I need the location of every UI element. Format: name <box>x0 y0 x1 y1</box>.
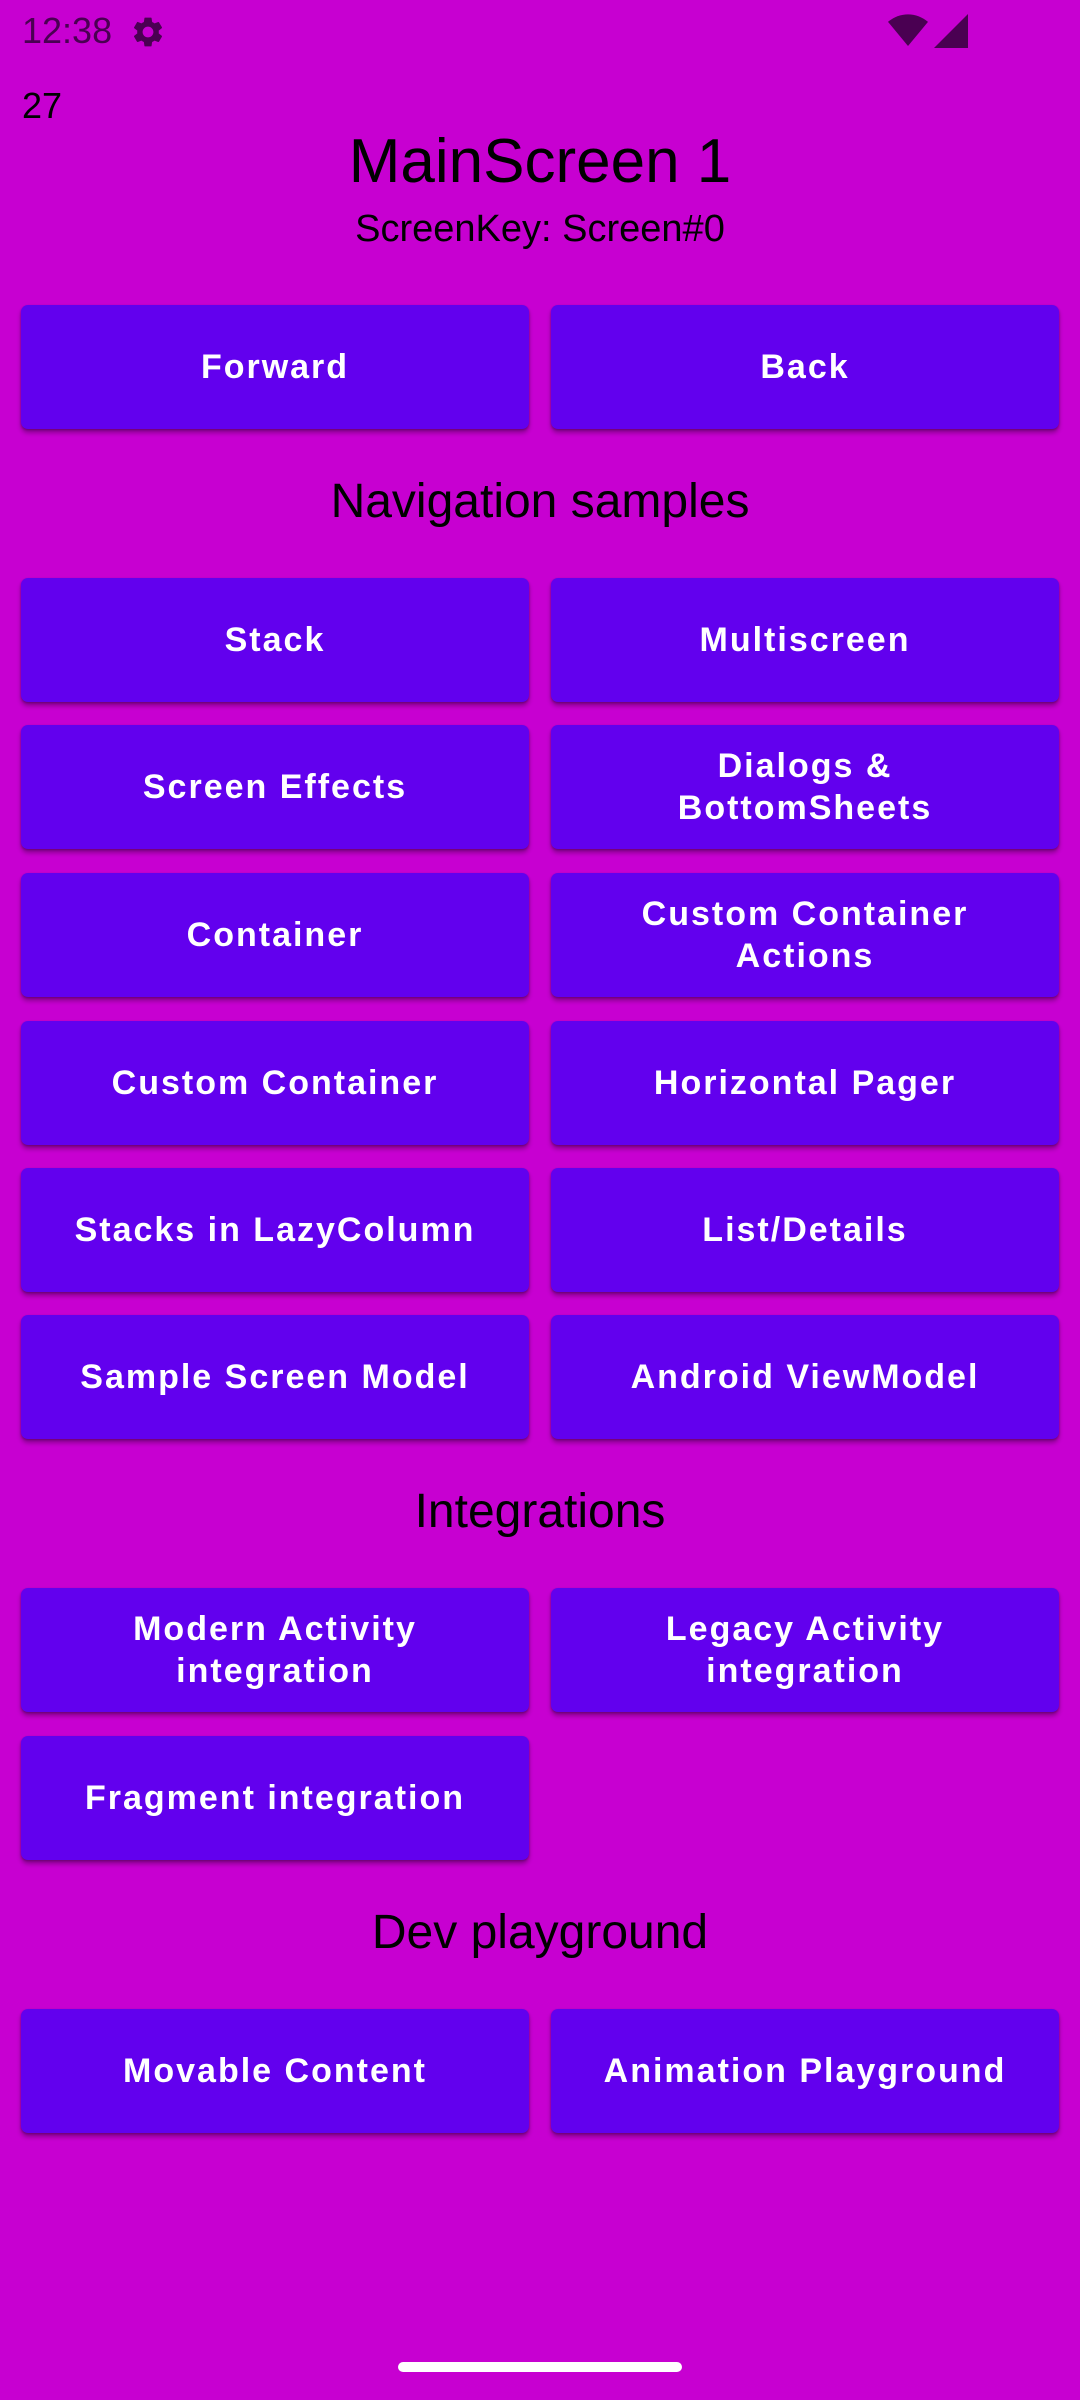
custom-container-actions-button[interactable]: Custom Container Actions <box>551 873 1059 997</box>
list-details-button[interactable]: List/Details <box>551 1168 1059 1292</box>
container-button-label: Container <box>186 916 364 954</box>
counter-text: 27 <box>22 85 63 126</box>
back-button[interactable]: Back <box>551 305 1059 429</box>
android-viewmodel-button[interactable]: Android ViewModel <box>551 1315 1059 1439</box>
android-viewmodel-button-label: Android ViewModel <box>630 1358 980 1396</box>
back-button-label: Back <box>760 348 850 386</box>
fragment-integration-button-label: Fragment integration <box>84 1779 466 1817</box>
forward-button[interactable]: Forward <box>21 305 529 429</box>
custom-container-actions-button-label: Custom Container Actions <box>641 895 969 975</box>
movable-content-button-label: Movable Content <box>123 2052 427 2090</box>
modern-activity-integration-button-label: Modern Activity integration <box>133 1610 417 1690</box>
stack-button-label: Stack <box>224 621 326 659</box>
container-button[interactable]: Container <box>21 873 529 997</box>
status-time: 12:38 <box>22 10 113 51</box>
dialogs-bottomsheets-button-label: Dialogs & BottomSheets <box>677 747 933 827</box>
stacks-in-lazycolumn-button-label: Stacks in LazyColumn <box>74 1211 476 1249</box>
wifi-icon <box>888 14 928 47</box>
multiscreen-button-label: Multiscreen <box>699 621 911 659</box>
list-details-button-label: List/Details <box>702 1211 908 1249</box>
stacks-in-lazycolumn-button[interactable]: Stacks in LazyColumn <box>21 1168 529 1292</box>
section-heading-integrations: Integrations <box>414 1485 666 1538</box>
section-heading-dev-playground: Dev playground <box>371 1906 709 1959</box>
dialogs-bottomsheets-button[interactable]: Dialogs & BottomSheets <box>551 725 1059 849</box>
legacy-activity-integration-button[interactable]: Legacy Activity integration <box>551 1588 1059 1712</box>
status-bar: 12:38 <box>0 0 1080 62</box>
settings-icon <box>133 17 163 47</box>
custom-container-button[interactable]: Custom Container <box>21 1021 529 1145</box>
animation-playground-button[interactable]: Animation Playground <box>551 2009 1059 2133</box>
sample-screen-model-button-label: Sample Screen Model <box>80 1358 470 1396</box>
horizontal-pager-button[interactable]: Horizontal Pager <box>551 1021 1059 1145</box>
fragment-integration-button[interactable]: Fragment integration <box>21 1736 529 1860</box>
legacy-activity-integration-button-label: Legacy Activity integration <box>665 1610 945 1690</box>
multiscreen-button[interactable]: Multiscreen <box>551 578 1059 702</box>
movable-content-button[interactable]: Movable Content <box>21 2009 529 2133</box>
stack-button[interactable]: Stack <box>21 578 529 702</box>
horizontal-pager-button-label: Horizontal Pager <box>653 1064 957 1102</box>
screen-effects-button-label: Screen Effects <box>142 768 408 806</box>
page-title: MainScreen 1 <box>348 127 732 196</box>
section-heading-navigation-samples: Navigation samples <box>330 475 750 528</box>
forward-button-label: Forward <box>200 348 350 386</box>
modern-activity-integration-button[interactable]: Modern Activity integration <box>21 1588 529 1712</box>
app-screen: 12:38 27 MainScreen 1 ScreenKey: Screen#… <box>0 0 1080 2400</box>
screen-key-label: ScreenKey: Screen#0 <box>355 208 725 250</box>
signal-icon <box>934 14 968 48</box>
custom-container-button-label: Custom Container <box>111 1064 439 1102</box>
screen-effects-button[interactable]: Screen Effects <box>21 725 529 849</box>
animation-playground-button-label: Animation Playground <box>603 2052 1007 2090</box>
home-indicator[interactable] <box>398 2362 682 2372</box>
sample-screen-model-button[interactable]: Sample Screen Model <box>21 1315 529 1439</box>
